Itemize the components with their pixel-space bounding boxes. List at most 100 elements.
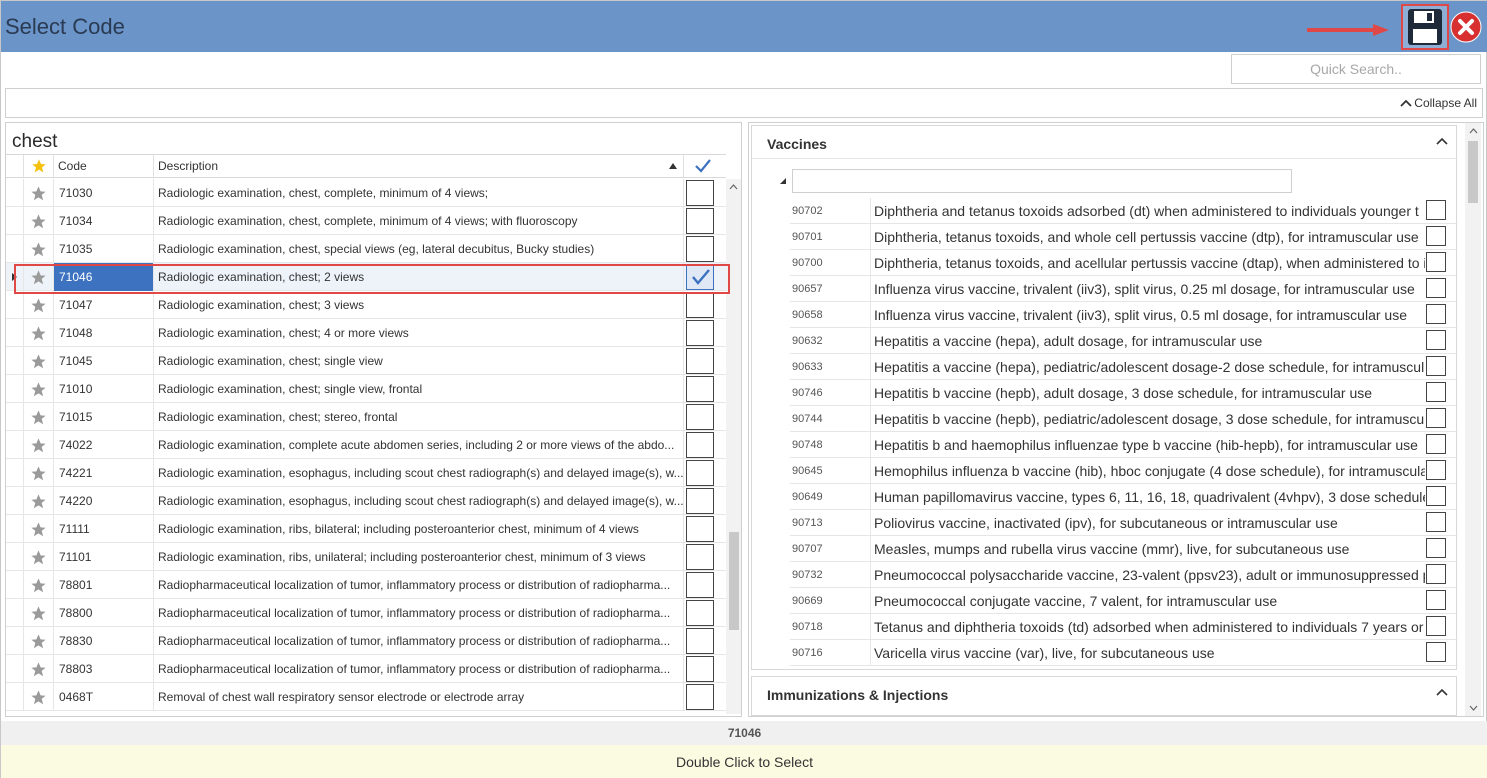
vaccines-filter-input[interactable]: [792, 169, 1292, 193]
table-row[interactable]: 71045 Radiologic examination, chest; sing…: [6, 347, 726, 375]
favorite-star-button[interactable]: [23, 571, 53, 599]
select-checkbox[interactable]: [686, 404, 714, 430]
select-column-header[interactable]: [683, 155, 726, 177]
table-row[interactable]: 78830 Radiopharmaceutical localization of…: [6, 627, 726, 655]
collapse-triangle-icon[interactable]: [780, 178, 788, 186]
list-item[interactable]: 90707 Measles, mumps and rubella virus va…: [790, 536, 1458, 562]
select-checkbox[interactable]: [686, 320, 714, 346]
chevron-up-icon[interactable]: [1436, 136, 1448, 146]
favorite-column-header[interactable]: [23, 155, 53, 177]
list-item[interactable]: 90700 Diphtheria, tetanus toxoids, and ac…: [790, 250, 1458, 276]
list-item[interactable]: 90649 Human papillomavirus vaccine, types…: [790, 484, 1458, 510]
table-row[interactable]: 0468T Removal of chest wall respiratory s…: [6, 683, 726, 711]
favorite-star-button[interactable]: [23, 627, 53, 655]
list-item[interactable]: 90633 Hepatitis a vaccine (hepa), pediatr…: [790, 354, 1458, 380]
list-item[interactable]: 90702 Diphtheria and tetanus toxoids adso…: [790, 198, 1458, 224]
select-checkbox[interactable]: [686, 348, 714, 374]
left-scroll-thumb[interactable]: [729, 532, 739, 630]
select-checkbox[interactable]: [686, 600, 714, 626]
select-checkbox[interactable]: [686, 180, 714, 206]
vaccine-checkbox[interactable]: [1426, 356, 1446, 376]
list-item[interactable]: 90732 Pneumococcal polysaccharide vaccine…: [790, 562, 1458, 588]
favorite-star-button[interactable]: [23, 599, 53, 627]
select-checkbox[interactable]: [686, 544, 714, 570]
chevron-up-icon[interactable]: [1436, 687, 1448, 697]
immunizations-group[interactable]: Immunizations & Injections: [751, 676, 1457, 716]
vaccine-checkbox[interactable]: [1426, 642, 1446, 662]
favorite-star-button[interactable]: [23, 319, 53, 347]
table-row[interactable]: 71030 Radiologic examination, chest, comp…: [6, 179, 726, 207]
right-scrollbar[interactable]: [1465, 123, 1481, 716]
table-row[interactable]: 78801 Radiopharmaceutical localization of…: [6, 571, 726, 599]
vaccine-checkbox[interactable]: [1426, 226, 1446, 246]
select-checkbox[interactable]: [686, 460, 714, 486]
vaccine-checkbox[interactable]: [1426, 512, 1446, 532]
vaccine-checkbox[interactable]: [1426, 382, 1446, 402]
vaccine-checkbox[interactable]: [1426, 408, 1446, 428]
favorite-star-button[interactable]: [23, 543, 53, 571]
list-item[interactable]: 90748 Hepatitis b and haemophilus influen…: [790, 432, 1458, 458]
list-item[interactable]: 90746 Hepatitis b vaccine (hepb), adult d…: [790, 380, 1458, 406]
vaccine-checkbox[interactable]: [1426, 460, 1446, 480]
table-row[interactable]: 78803 Radiopharmaceutical localization of…: [6, 655, 726, 683]
right-scroll-thumb[interactable]: [1468, 141, 1478, 203]
list-item[interactable]: 90718 Tetanus and diphtheria toxoids (td)…: [790, 614, 1458, 640]
code-column-header[interactable]: Code: [53, 155, 153, 177]
favorite-star-button[interactable]: [23, 291, 53, 319]
vaccine-checkbox[interactable]: [1426, 564, 1446, 584]
table-row[interactable]: 71035 Radiologic examination, chest, spec…: [6, 235, 726, 263]
collapse-all-button[interactable]: Collapse All: [1400, 96, 1477, 110]
table-row[interactable]: 71047 Radiologic examination, chest; 3 vi…: [6, 291, 726, 319]
select-checkbox[interactable]: [686, 572, 714, 598]
list-item[interactable]: 90716 Varicella virus vaccine (var), live…: [790, 640, 1458, 666]
select-checkbox[interactable]: [686, 516, 714, 542]
left-scrollbar[interactable]: [726, 179, 741, 714]
select-checkbox[interactable]: [686, 292, 714, 318]
favorite-star-button[interactable]: [23, 235, 53, 263]
select-checkbox[interactable]: [686, 208, 714, 234]
select-checkbox[interactable]: [686, 656, 714, 682]
table-row[interactable]: 71034 Radiologic examination, chest, comp…: [6, 207, 726, 235]
table-row[interactable]: 74022 Radiologic examination, complete ac…: [6, 431, 726, 459]
table-row[interactable]: 71048 Radiologic examination, chest; 4 or…: [6, 319, 726, 347]
favorite-star-button[interactable]: [23, 487, 53, 515]
select-checkbox[interactable]: [686, 236, 714, 262]
table-row[interactable]: 71015 Radiologic examination, chest; ster…: [6, 403, 726, 431]
select-checkbox[interactable]: [686, 432, 714, 458]
favorite-star-button[interactable]: [23, 655, 53, 683]
favorite-star-button[interactable]: [23, 179, 53, 207]
favorite-star-button[interactable]: [23, 207, 53, 235]
table-row[interactable]: 78800 Radiopharmaceutical localization of…: [6, 599, 726, 627]
list-item[interactable]: 90645 Hemophilus influenza b vaccine (hib…: [790, 458, 1458, 484]
favorite-star-button[interactable]: [23, 459, 53, 487]
favorite-star-button[interactable]: [23, 403, 53, 431]
favorite-star-button[interactable]: [23, 347, 53, 375]
table-row[interactable]: 71046 Radiologic examination, chest; 2 vi…: [6, 263, 726, 291]
table-row[interactable]: 71111 Radiologic examination, ribs, bilat…: [6, 515, 726, 543]
favorite-star-button[interactable]: [23, 375, 53, 403]
select-checkbox[interactable]: [686, 684, 714, 710]
favorite-star-button[interactable]: [23, 431, 53, 459]
vaccine-checkbox[interactable]: [1426, 486, 1446, 506]
list-item[interactable]: 90669 Pneumococcal conjugate vaccine, 7 v…: [790, 588, 1458, 614]
favorite-star-button[interactable]: [23, 515, 53, 543]
table-row[interactable]: 74221 Radiologic examination, esophagus, …: [6, 459, 726, 487]
close-icon[interactable]: [1450, 11, 1482, 43]
list-item[interactable]: 90658 Influenza virus vaccine, trivalent …: [790, 302, 1458, 328]
select-checkbox[interactable]: [686, 376, 714, 402]
table-row[interactable]: 71010 Radiologic examination, chest; sing…: [6, 375, 726, 403]
quick-search-input[interactable]: Quick Search..: [1231, 54, 1481, 84]
vaccine-checkbox[interactable]: [1426, 616, 1446, 636]
vaccine-checkbox[interactable]: [1426, 538, 1446, 558]
list-item[interactable]: 90744 Hepatitis b vaccine (hepb), pediatr…: [790, 406, 1458, 432]
vaccine-checkbox[interactable]: [1426, 278, 1446, 298]
list-item[interactable]: 90632 Hepatitis a vaccine (hepa), adult d…: [790, 328, 1458, 354]
list-item[interactable]: 90657 Influenza virus vaccine, trivalent …: [790, 276, 1458, 302]
vaccine-checkbox[interactable]: [1426, 200, 1446, 220]
table-row[interactable]: 71101 Radiologic examination, ribs, unila…: [6, 543, 726, 571]
table-row[interactable]: 74220 Radiologic examination, esophagus, …: [6, 487, 726, 515]
vaccine-checkbox[interactable]: [1426, 590, 1446, 610]
vaccine-checkbox[interactable]: [1426, 252, 1446, 272]
vaccine-checkbox[interactable]: [1426, 304, 1446, 324]
save-button[interactable]: [1401, 4, 1449, 50]
